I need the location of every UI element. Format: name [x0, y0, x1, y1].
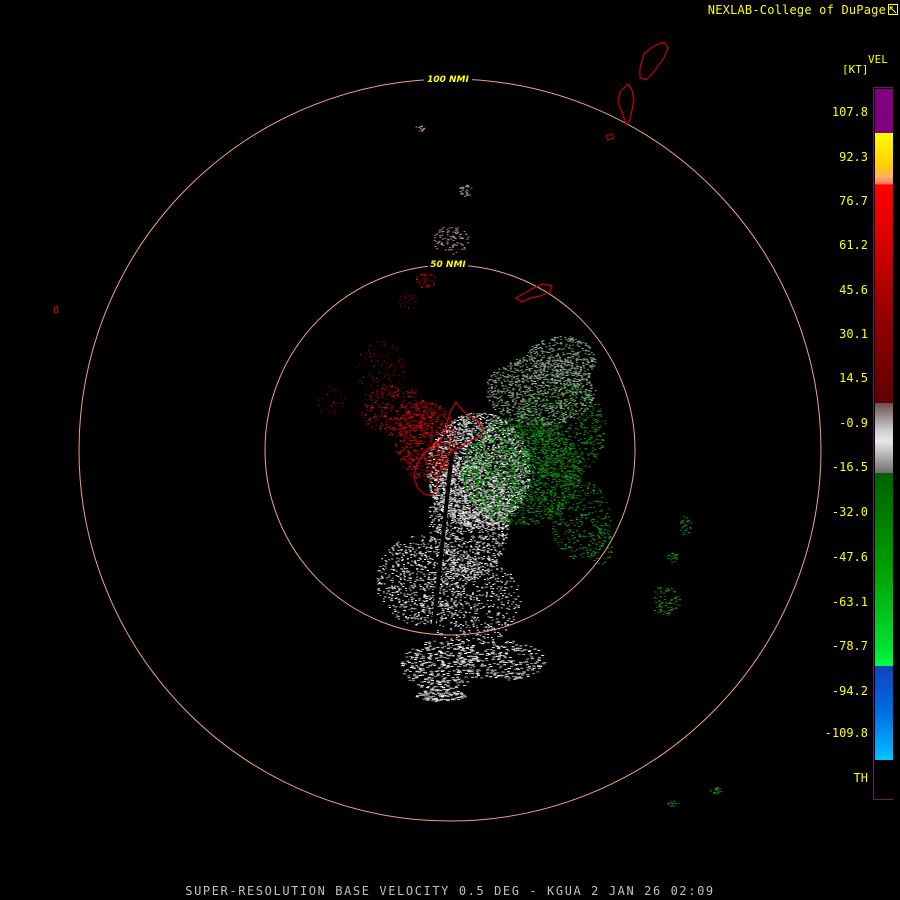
legend-tick-label: -32.0 [831, 505, 868, 519]
scale-th [875, 760, 893, 798]
scale-darkred [875, 268, 893, 403]
radar-velocity-display: 50 NMI 100 NMI [53, 41, 822, 822]
legend-tick-label: 107.8 [831, 105, 868, 119]
aguijan-island-outline [605, 133, 615, 141]
ring-label-100: 100 NMI [427, 75, 469, 85]
west-speck-outline [53, 305, 59, 314]
legend-tick-label: 92.3 [839, 150, 868, 164]
legend-tick-label: -63.1 [831, 595, 868, 609]
legend-tick-label: -0.9 [839, 416, 868, 430]
legend-tick-label: 76.7 [839, 194, 868, 208]
product-caption: SUPER-RESOLUTION BASE VELOCITY 0.5 DEG -… [185, 884, 715, 898]
legend-tick-label: -47.6 [831, 550, 868, 564]
legend-tick-label: 14.5 [839, 371, 868, 385]
ring-label-50: 50 NMI [430, 260, 466, 270]
legend-tick-label: 45.6 [839, 283, 868, 297]
legend-tick-label: -109.8 [824, 726, 868, 740]
legend-tick-label: -78.7 [831, 639, 868, 653]
tinian-island-outline [617, 83, 635, 126]
scale-yellow [875, 133, 893, 178]
credit-label: NEXLAB-College of DuPage [707, 3, 886, 17]
scale-green [875, 473, 893, 666]
legend-unit: [KT] [842, 63, 869, 76]
saipan-island-outline [639, 41, 669, 81]
link-arrow-icon[interactable] [888, 4, 898, 15]
legend-title: VEL [868, 53, 888, 66]
velocity-echoes [317, 125, 723, 807]
rota-island-outline [514, 283, 553, 303]
velocity-color-scale [873, 87, 893, 800]
legend-tick-label: TH [853, 771, 868, 785]
legend-tick-label: 30.1 [839, 327, 868, 341]
legend-tick-label: -16.5 [831, 460, 868, 474]
scale-gray [875, 403, 893, 473]
scale-red [875, 178, 893, 268]
scale-blue [875, 666, 893, 760]
scale-purple [875, 89, 893, 133]
legend-tick-label: -94.2 [831, 684, 868, 698]
legend-tick-label: 61.2 [839, 238, 868, 252]
